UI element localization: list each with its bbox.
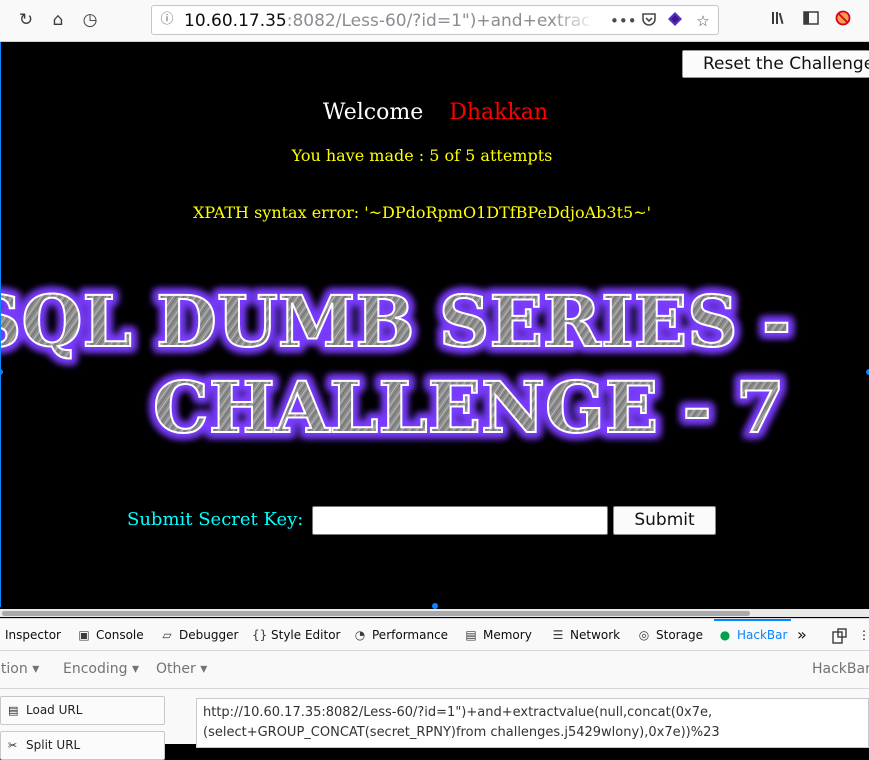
more-tabs-icon[interactable]: » (797, 619, 807, 651)
menu-encoding[interactable]: Encoding ▾ (63, 651, 139, 688)
welcome-text: Welcome (322, 100, 424, 125)
home-icon[interactable]: ⌂ (48, 10, 68, 30)
info-icon[interactable]: ⓘ (158, 11, 176, 29)
horizontal-scrollbar[interactable] (0, 609, 869, 617)
devtools-tabbar: Inspector ▣ Console ▱ Debugger {} Style Edi… (0, 618, 869, 651)
chevron-down-icon: ▾ (200, 661, 208, 677)
performance-icon: ◔ (354, 628, 366, 642)
tab-label: Debugger (179, 628, 239, 642)
tab-storage[interactable]: ◎ Storage (637, 619, 703, 651)
tab-label: Inspector (5, 628, 61, 642)
hackbar-brand: HackBar (812, 661, 869, 677)
tab-label: Storage (656, 628, 703, 642)
load-url-icon: ▤ (8, 704, 19, 717)
menu-option[interactable]: Option ▾ (0, 651, 39, 688)
welcome-line: Welcome Dhakkan (1, 100, 869, 125)
hackbar-url-textarea[interactable]: http://10.60.17.35:8082/Less-60/?id=1")+… (196, 698, 869, 748)
submit-button[interactable]: Submit (613, 506, 716, 535)
tab-label: HackBar (737, 628, 788, 642)
reload-icon[interactable]: ↻ (16, 10, 36, 30)
responsive-mode-icon[interactable] (832, 619, 848, 651)
split-url-label: Split URL (26, 738, 81, 752)
style-editor-icon: {} (252, 628, 268, 642)
tab-style-editor[interactable]: {} Style Editor (252, 619, 340, 651)
username: Dhakkan (449, 100, 549, 125)
hackbar-menu: Option ▾ Encoding ▾ Other ▾ HackBar (0, 651, 869, 689)
load-url-label: Load URL (26, 703, 83, 717)
page-actions-icon[interactable]: ••• (610, 11, 637, 31)
split-url-button[interactable]: ✂ Split URL (0, 731, 165, 760)
storage-icon: ◎ (638, 628, 650, 642)
menu-label: Encoding (63, 661, 128, 677)
bookmark-star-icon[interactable]: ☆ (693, 11, 713, 31)
secret-key-label: Submit Secret Key: (127, 509, 304, 530)
memory-icon: ▤ (465, 628, 477, 642)
tab-memory[interactable]: ▤ Memory (464, 619, 532, 651)
tab-label: Network (570, 628, 621, 642)
network-icon: ☰ (552, 628, 564, 642)
menu-label: Other (156, 661, 196, 677)
tab-label: Performance (372, 628, 449, 642)
hackbar-icon: ● (719, 628, 731, 642)
tab-performance[interactable]: ◔ Performance (353, 619, 448, 651)
tab-network[interactable]: ☰ Network (551, 619, 621, 651)
sidebar-icon[interactable] (801, 10, 821, 30)
url-line-1: http://10.60.17.35:8082/Less-60/?id=1")+… (203, 705, 713, 720)
browser-toolbar: ↻ ⌂ ◷ ⓘ 10.60.17.35:8082/Less-60/?id=1")… (0, 0, 869, 42)
url-path: :8082/Less-60/?id=1")+and+extractvalue(n… (286, 11, 592, 31)
secret-key-input[interactable] (312, 506, 608, 535)
extension-icon[interactable] (665, 11, 685, 31)
url-host: 10.60.17.35 (184, 11, 287, 31)
tab-hackbar[interactable]: ● HackBar (713, 619, 792, 651)
pocket-icon[interactable] (639, 11, 659, 31)
tab-label: Console (96, 628, 144, 642)
tab-debugger[interactable]: ▱ Debugger (160, 619, 238, 651)
tab-inspector[interactable]: Inspector (5, 619, 61, 651)
chevron-down-icon: ▾ (131, 661, 140, 677)
url-line-2: (select+GROUP_CONCAT(secret_RPNY)from ch… (203, 725, 720, 740)
reset-challenge-button[interactable]: Reset the Challenge! (682, 50, 869, 78)
tab-label: Memory (483, 628, 532, 642)
banner-line-2: CHALLENGE - 7 (153, 366, 785, 449)
chevron-down-icon: ▾ (32, 661, 40, 677)
url-fade (552, 9, 596, 33)
page-viewport: Reset the Challenge! Welcome Dhakkan You … (0, 42, 869, 607)
attempts-text: You have made : 5 of 5 attempts (291, 146, 553, 165)
menu-other[interactable]: Other ▾ (156, 651, 207, 688)
tab-console[interactable]: ▣ Console (77, 619, 144, 651)
history-icon[interactable]: ◷ (80, 10, 100, 30)
debugger-icon: ▱ (162, 628, 172, 642)
load-url-button[interactable]: ▤ Load URL (0, 696, 165, 725)
hackbar-body: ▤ Load URL ✂ Split URL http://10.60.17.3… (0, 689, 869, 760)
menu-label: Option (0, 661, 28, 677)
split-url-icon: ✂ (8, 739, 18, 752)
tab-label: Style Editor (271, 628, 341, 642)
console-icon: ▣ (78, 628, 90, 642)
error-message: XPATH syntax error: '~DPdoRpmO1DTfBPeDdj… (192, 203, 651, 222)
blocker-icon[interactable] (833, 10, 853, 30)
devtools-options-icon[interactable]: ⋮ (858, 619, 869, 651)
banner-line-1: SQL DUMB SERIES - (1, 280, 791, 363)
scrollbar-thumb[interactable] (2, 611, 750, 616)
url-text[interactable]: 10.60.17.35:8082/Less-60/?id=1")+and+ext… (184, 10, 592, 32)
library-icon[interactable] (770, 10, 790, 30)
challenge-banner: SQL DUMB SERIES - SQL DUMB SERIES - CHAL… (1, 275, 796, 454)
url-bar[interactable]: ⓘ 10.60.17.35:8082/Less-60/?id=1")+and+e… (151, 5, 719, 35)
